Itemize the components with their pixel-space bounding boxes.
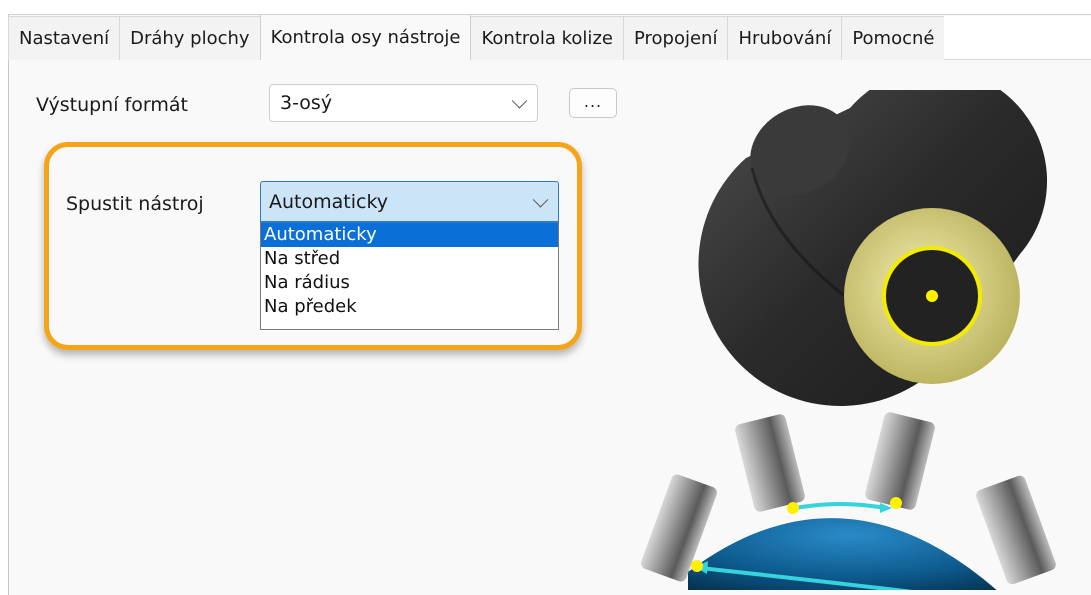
dropdown-option-na-stred[interactable]: Na střed	[261, 247, 558, 271]
tab-bar: Nastavení Dráhy plochy Kontrola osy nást…	[8, 14, 1091, 60]
tab-kontrola-osy-nastroje[interactable]: Kontrola osy nástroje	[259, 14, 472, 60]
output-format-select[interactable]: 3-osý	[269, 84, 538, 122]
output-format-more-button[interactable]: ...	[569, 88, 617, 118]
tab-bar-filler	[944, 16, 1091, 60]
tab-hrubovani[interactable]: Hrubování	[727, 16, 843, 60]
start-tool-select[interactable]: Automaticky	[260, 181, 559, 222]
start-tool-value: Automaticky	[269, 190, 389, 213]
tab-nastaveni[interactable]: Nastavení	[8, 16, 121, 60]
start-tool-dropdown-list: Automaticky Na střed Na rádius Na předek	[260, 222, 559, 330]
tool-axis-illustration	[641, 90, 1056, 590]
tool-cylinder-illustration	[698, 90, 1048, 406]
tab-propojeni[interactable]: Propojení	[622, 16, 729, 60]
tab-pomocne[interactable]: Pomocné	[841, 16, 946, 60]
dropdown-option-na-predek[interactable]: Na předek	[261, 295, 558, 319]
output-format-label: Výstupní formát	[36, 94, 188, 116]
tab-kontrola-kolize[interactable]: Kontrola kolize	[470, 16, 624, 60]
start-tool-label: Spustit nástroj	[66, 193, 204, 215]
tab-drahy-plochy[interactable]: Dráhy plochy	[119, 16, 261, 60]
dome-tools-illustration	[641, 412, 1056, 590]
dropdown-option-automaticky[interactable]: Automaticky	[261, 223, 558, 247]
chevron-down-icon	[511, 93, 528, 109]
dropdown-option-na-radius[interactable]: Na rádius	[261, 271, 558, 295]
chevron-down-icon	[532, 191, 549, 208]
output-format-value: 3-osý	[280, 92, 333, 114]
